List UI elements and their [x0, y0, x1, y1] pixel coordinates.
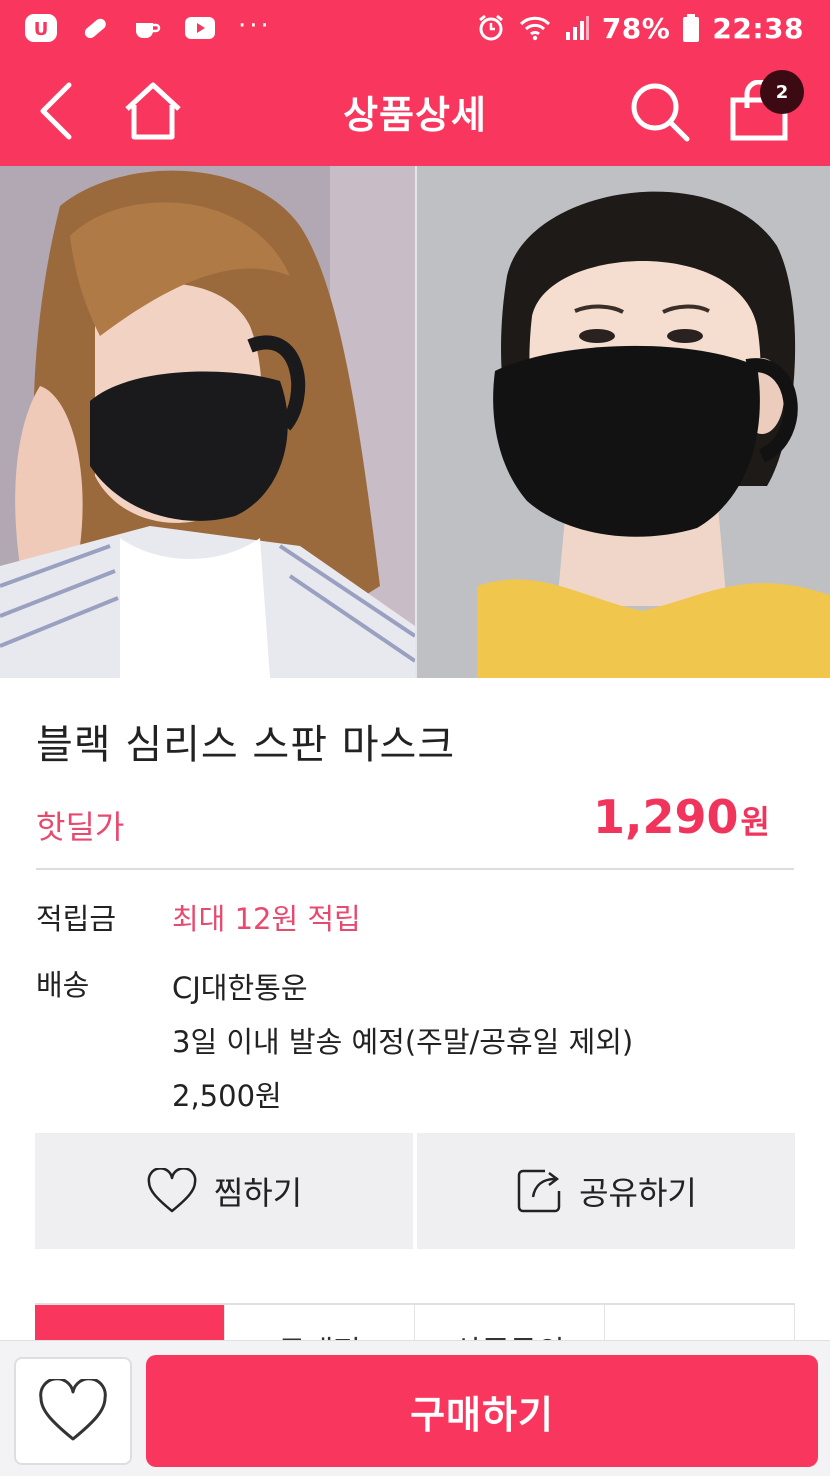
signal-icon: [564, 14, 590, 42]
cart-count-badge: 2: [760, 70, 804, 114]
shipping-fee: 2,500원: [172, 1079, 282, 1113]
points-row: 적립금 최대 12원 적립: [36, 895, 796, 943]
battery-percent: 78%: [601, 11, 671, 45]
share-icon: [517, 1169, 561, 1213]
clock: 22:38: [712, 11, 804, 45]
app-u-icon: U: [24, 13, 58, 43]
price-row: 핫딜가 1,290원: [36, 790, 794, 870]
heart-icon: [39, 1379, 107, 1441]
top-app-bar: 상품상세 2: [0, 56, 830, 166]
price-value: 1,290원: [593, 790, 770, 844]
status-bar: U ··· 78% 22:38: [0, 0, 830, 56]
shipping-carrier: CJ대한통운: [172, 971, 308, 1005]
youtube-icon: [184, 15, 216, 41]
heart-icon: [147, 1168, 197, 1213]
share-label: 공유하기: [579, 1174, 697, 1212]
shipping-details: CJ대한통운 3일 이내 발송 예정(주말/공휴일 제외) 2,500원: [172, 961, 633, 1123]
shipping-row: 배송 CJ대한통운 3일 이내 발송 예정(주말/공휴일 제외) 2,500원: [36, 961, 796, 1123]
shipping-label: 배송: [36, 968, 90, 1002]
pill-icon: [80, 13, 110, 43]
price-currency: 원: [740, 803, 770, 841]
product-info: 적립금 최대 12원 적립 배송 CJ대한통운 3일 이내 발송 예정(주말/공…: [36, 895, 796, 1141]
bottom-purchase-bar: 구매하기: [0, 1340, 830, 1476]
alarm-icon: [476, 13, 506, 43]
points-label: 적립금: [36, 902, 117, 936]
search-button[interactable]: [622, 74, 696, 148]
status-notifications: U ···: [24, 11, 272, 43]
more-notifications: ···: [238, 11, 272, 41]
wifi-icon: [518, 13, 552, 43]
cup-icon: [132, 13, 162, 43]
page-title: 상품상세: [343, 93, 487, 137]
product-title: 블랙 심리스 스판 마스크: [36, 722, 456, 768]
cart-button[interactable]: 2: [722, 70, 804, 148]
svg-text:U: U: [34, 19, 49, 40]
price-amount: 1,290: [593, 790, 739, 844]
product-actions: 찜하기 공유하기: [35, 1133, 795, 1249]
wishlist-label: 찜하기: [213, 1174, 303, 1212]
status-system: 78% 22:38: [476, 12, 804, 45]
search-icon: [631, 83, 690, 142]
battery-icon: [682, 13, 700, 43]
price-label: 핫딜가: [36, 808, 125, 846]
product-image[interactable]: [0, 166, 830, 678]
product-photo-model-right: [415, 166, 830, 678]
buy-button[interactable]: 구매하기: [146, 1355, 818, 1467]
share-button[interactable]: 공유하기: [417, 1133, 795, 1249]
points-value: 최대 12원 적립: [172, 902, 361, 936]
shipping-schedule: 3일 이내 발송 예정(주말/공휴일 제외): [172, 1025, 634, 1059]
bottom-wishlist-button[interactable]: [14, 1357, 132, 1465]
product-photo-model-left: [0, 166, 415, 678]
wishlist-button[interactable]: 찜하기: [35, 1133, 413, 1249]
